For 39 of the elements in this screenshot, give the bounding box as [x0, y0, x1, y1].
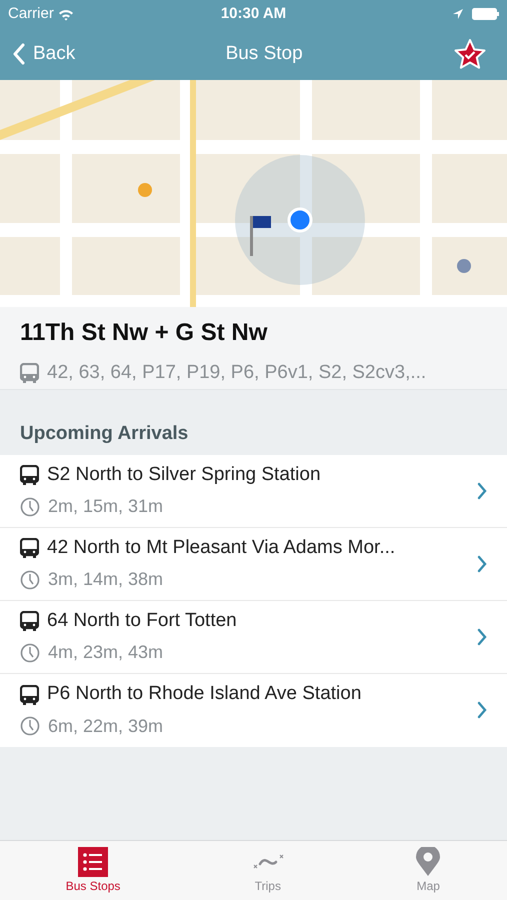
bus-icon — [20, 465, 39, 485]
clock-icon — [20, 496, 40, 517]
route-name: P6 North to Rhode Island Ave Station — [47, 682, 362, 706]
back-chevron-icon — [12, 43, 25, 65]
map-pin-icon — [415, 847, 442, 877]
arrival-times: 2m, 15m, 31m — [48, 495, 164, 518]
chevron-icon — [477, 628, 487, 646]
chevron-icon — [477, 701, 487, 719]
stop-name: 11Th St Nw + G St Nw — [20, 318, 268, 348]
clock-icon — [20, 716, 40, 736]
status-time: 10:30 AM — [220, 4, 288, 24]
battery-icon — [472, 8, 500, 20]
bus-icon — [20, 538, 39, 558]
clock-icon — [20, 642, 40, 663]
screen-title: Bus Stop — [224, 42, 304, 66]
route-list: 42, 63, 64, P17, P19, P6, P6v1, S2, S2cv3,... — [47, 359, 426, 388]
wifi-icon — [58, 8, 74, 20]
chevron-icon — [477, 554, 487, 572]
bus-icon — [20, 684, 39, 704]
bus-icon — [20, 611, 39, 631]
carrier-label: Carrier — [8, 4, 54, 24]
chevron-icon — [477, 482, 487, 500]
route-name: S2 North to Silver Spring Station — [47, 462, 321, 487]
location-arrow-icon — [452, 8, 464, 20]
clock-icon — [20, 570, 40, 590]
bus-icon — [20, 363, 39, 384]
arrival-row[interactable]: S2 North to Silver Spring Station 2m, 15m, 31m — [0, 454, 507, 528]
list-icon — [78, 847, 108, 877]
favorite-star-icon[interactable] — [453, 38, 487, 70]
arrival-times: 3m, 14m, 38m — [48, 568, 164, 592]
route-name: 64 North to Fort Totten — [47, 608, 237, 633]
arrival-times: 4m, 23m, 43m — [48, 641, 164, 664]
arrival-times: 6m, 22m, 39m — [48, 714, 164, 738]
tab-button[interactable]: Bus Stops — [0, 841, 186, 900]
arrival-row[interactable]: 64 North to Fort Totten 4m, 23m, 43m — [0, 600, 507, 674]
arrival-row[interactable]: 42 North to Mt Pleasant Via Adams Mor... 3m, 14m, 38m — [0, 528, 507, 600]
arrival-row[interactable]: P6 North to Rhode Island Ave Station 6m, 22m, 39m — [0, 674, 507, 746]
section-heading: Upcoming Arrivals — [19, 422, 190, 446]
route-name: 42 North to Mt Pleasant Via Adams Mor... — [47, 536, 396, 560]
